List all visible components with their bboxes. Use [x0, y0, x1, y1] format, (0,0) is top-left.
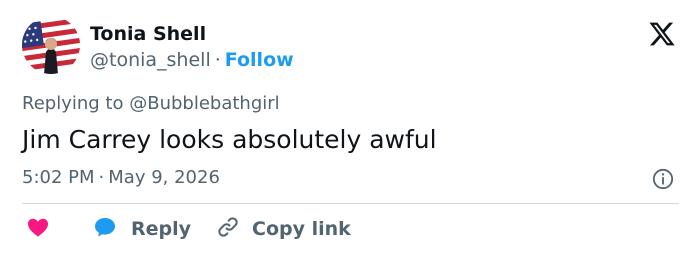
- speech-bubble-icon: [93, 215, 117, 243]
- replying-prefix: Replying to: [22, 93, 124, 114]
- reply-label: Reply: [131, 218, 192, 240]
- avatar[interactable]: [22, 16, 80, 74]
- replying-to-line: Replying to @Bubblebathgirl: [22, 93, 280, 115]
- timestamp-separator: ·: [98, 167, 105, 188]
- link-icon: [216, 215, 240, 243]
- heart-icon: [26, 215, 50, 243]
- copy-link-label: Copy link: [252, 218, 351, 240]
- embedded-tweet: Tonia Shell @tonia_shell · Follow Replying…: [0, 0, 700, 256]
- author-display-name[interactable]: Tonia Shell: [90, 23, 206, 45]
- author-handle[interactable]: @tonia_shell: [90, 49, 211, 71]
- american-flag-avatar-image: [22, 16, 80, 74]
- like-button[interactable]: [26, 216, 50, 242]
- reply-button[interactable]: Reply: [93, 216, 191, 242]
- divider: [22, 203, 679, 204]
- x-logo-icon[interactable]: [648, 20, 676, 48]
- replying-to-mention[interactable]: @Bubblebathgirl: [129, 93, 279, 114]
- author-handle-line: @tonia_shell · Follow: [90, 49, 294, 71]
- tweet-text: Jim Carrey looks absolutely awful: [22, 125, 437, 154]
- handle-separator: ·: [214, 49, 221, 71]
- tweet-timestamp[interactable]: 5:02 PM · May 9, 2026: [22, 167, 220, 189]
- follow-button[interactable]: Follow: [225, 49, 294, 71]
- tweet-date: May 9, 2026: [108, 167, 220, 188]
- tweet-time: 5:02 PM: [22, 167, 95, 188]
- info-icon[interactable]: [652, 168, 674, 190]
- copy-link-button[interactable]: Copy link: [216, 216, 351, 242]
